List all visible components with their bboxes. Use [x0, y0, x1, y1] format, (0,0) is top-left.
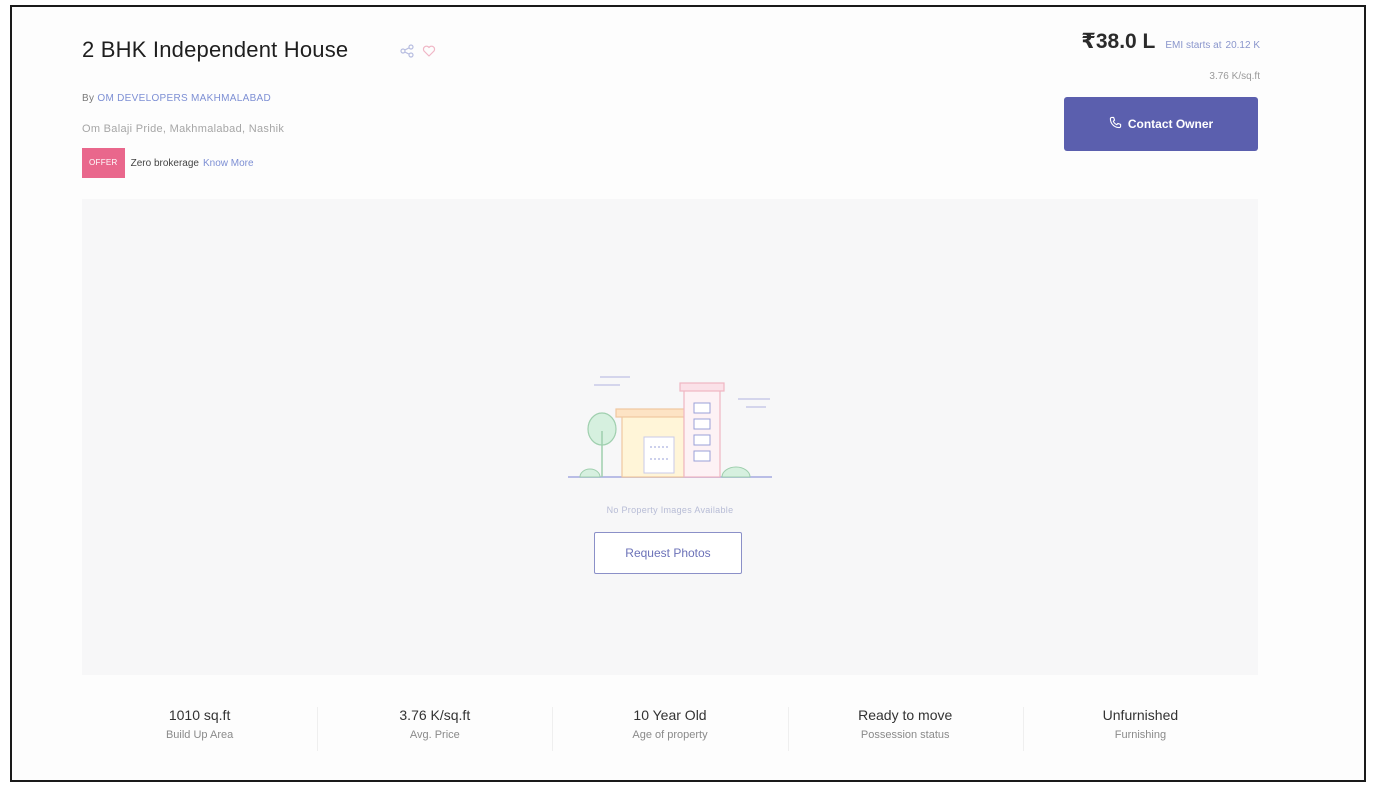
- stat-age-of-property: 10 Year Old Age of property: [552, 707, 787, 751]
- emi-value[interactable]: 20.12 K: [1226, 40, 1260, 51]
- request-photos-button[interactable]: Request Photos: [594, 532, 742, 574]
- stat-value: Unfurnished: [1102, 707, 1179, 723]
- stat-value: Ready to move: [858, 707, 953, 723]
- heart-icon[interactable]: [422, 44, 436, 58]
- developer-link[interactable]: OM DEVELOPERS MAKHMALABAD: [97, 93, 271, 104]
- know-more-link[interactable]: Know More: [203, 158, 254, 169]
- phone-icon: [1109, 116, 1122, 132]
- stat-label: Build Up Area: [165, 729, 234, 741]
- property-detail-card: 2 BHK Independent House By OM DEVELOPERS…: [10, 5, 1366, 782]
- stat-furnishing: Unfurnished Furnishing: [1022, 707, 1258, 751]
- by-prefix: By: [82, 93, 95, 104]
- price-line: ₹38.0 L EMI starts at 20.12 K: [1081, 29, 1260, 54]
- offer-row: OFFER Zero brokerage Know More: [82, 148, 254, 178]
- stat-label: Furnishing: [1114, 729, 1167, 741]
- stat-value: 1010 sq.ft: [168, 707, 231, 723]
- developer-line: By OM DEVELOPERS MAKHMALABAD: [82, 93, 271, 104]
- stat-avg-price: 3.76 K/sq.ft Avg. Price: [317, 707, 552, 751]
- stat-possession-status: Ready to move Possession status: [787, 707, 1023, 751]
- property-stats: 1010 sq.ft Build Up Area 3.76 K/sq.ft Av…: [82, 707, 1258, 751]
- price-per-sqft: 3.76 K/sq.ft: [1209, 71, 1260, 82]
- stat-label: Avg. Price: [409, 729, 460, 741]
- title-row: 2 BHK Independent House: [82, 37, 436, 63]
- image-gallery: No Property Images Available Request Pho…: [82, 199, 1258, 675]
- stat-label: Age of property: [632, 729, 708, 741]
- stat-value: 3.76 K/sq.ft: [399, 707, 471, 723]
- stat-build-up-area: 1010 sq.ft Build Up Area: [82, 707, 317, 741]
- price: ₹38.0 L: [1081, 30, 1156, 53]
- share-icon[interactable]: [400, 44, 414, 58]
- stat-label: Possession status: [860, 729, 950, 741]
- emi-label: EMI starts at: [1165, 40, 1222, 51]
- stat-value: 10 Year Old: [633, 707, 707, 723]
- building-illustration: [568, 376, 772, 478]
- price-block: ₹38.0 L EMI starts at 20.12 K: [1081, 29, 1260, 54]
- no-images-message: No Property Images Available: [606, 505, 734, 515]
- contact-owner-label: Contact Owner: [1127, 117, 1214, 131]
- property-title: 2 BHK Independent House: [82, 37, 349, 62]
- property-location: Om Balaji Pride, Makhmalabad, Nashik: [82, 123, 285, 135]
- contact-owner-button[interactable]: Contact Owner: [1064, 97, 1258, 151]
- offer-badge: OFFER: [82, 148, 125, 178]
- offer-text: Zero brokerage: [130, 157, 199, 169]
- title-actions: [400, 44, 436, 58]
